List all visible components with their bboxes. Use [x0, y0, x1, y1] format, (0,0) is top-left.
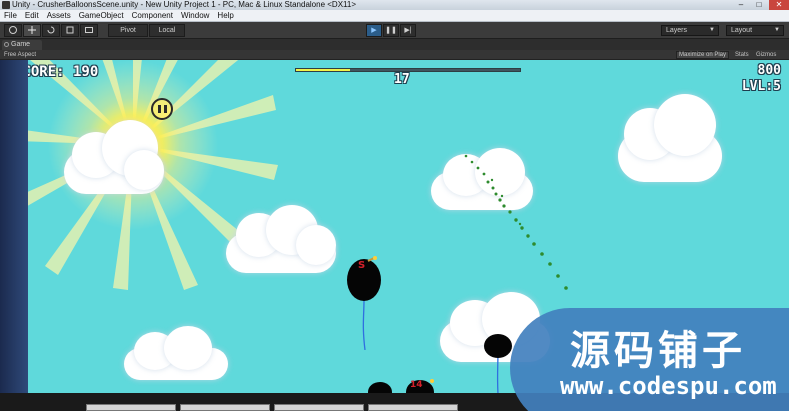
aspect-dropdown[interactable]: Free Aspect [4, 50, 36, 60]
layers-label: Layers [666, 27, 688, 34]
pause-button[interactable] [151, 98, 173, 120]
menu-component[interactable]: Component [128, 10, 177, 22]
rotate-icon [47, 26, 55, 34]
chevron-down-icon: ▼ [709, 27, 715, 33]
move-tool-button[interactable] [23, 24, 41, 37]
taskbar-item[interactable] [86, 404, 176, 411]
taskbar-item[interactable] [180, 404, 270, 411]
menu-edit[interactable]: Edit [21, 10, 43, 22]
watermark-badge: 源码铺子 www.codespu.com [510, 308, 789, 411]
high-score-text: 800 [757, 63, 781, 78]
scale-tool-button[interactable] [61, 24, 79, 37]
hand-icon [9, 26, 17, 34]
watermark-text: 源码铺子 [570, 328, 746, 374]
cloud [226, 205, 336, 273]
unity-window: Unity - CrusherBalloonsScene.unity - New… [0, 0, 789, 411]
timer-text: 17 [394, 72, 410, 87]
menu-file[interactable]: File [0, 10, 21, 22]
taskbar-item[interactable] [274, 404, 364, 411]
watermark-url: www.codespu.com [560, 372, 777, 400]
rect-tool-button[interactable] [80, 24, 98, 37]
hand-tool-button[interactable] [4, 24, 22, 37]
scene-left-edge [0, 60, 28, 411]
scale-icon [66, 26, 74, 34]
pause-icon: ❚❚ [385, 27, 397, 34]
menu-help[interactable]: Help [213, 10, 237, 22]
cloud [618, 94, 722, 182]
balloon-label: S [358, 260, 366, 271]
balloon-bomb[interactable] [482, 310, 514, 393]
toolbar: Pivot Local ▶ ❚❚ ▶| Layers ▼ Layout ▼ [0, 22, 789, 39]
pivot-label: Pivot [120, 27, 136, 34]
chevron-down-icon: ▼ [774, 27, 780, 33]
pivot-toggle[interactable]: Pivot [108, 24, 148, 37]
particle-trail [464, 154, 568, 290]
tab-game-label: Game [11, 41, 31, 48]
menu-window[interactable]: Window [177, 10, 213, 22]
progress-fill [296, 69, 350, 71]
menu-assets[interactable]: Assets [43, 10, 75, 22]
balloon-label: 14 [410, 380, 423, 390]
title-bar: Unity - CrusherBalloonsScene.unity - New… [0, 0, 789, 10]
local-toggle[interactable]: Local [149, 24, 185, 37]
gizmos-dropdown[interactable]: Gizmos [756, 50, 776, 60]
step-button[interactable]: ▶| [400, 24, 416, 37]
maximize-on-play-toggle[interactable]: Maximize on Play [676, 51, 730, 59]
balloon-bomb[interactable] [366, 378, 446, 393]
cloud [64, 120, 164, 195]
layers-dropdown[interactable]: Layers ▼ [661, 25, 719, 36]
menu-bar: File Edit Assets GameObject Component Window H… [0, 10, 789, 22]
close-button[interactable]: ✕ [769, 0, 789, 10]
game-viewport[interactable]: S 14 SCORE: 190 17 800 LVL:5 [0, 60, 789, 411]
unity-logo-icon [2, 1, 10, 9]
layout-label: Layout [731, 27, 753, 34]
move-icon [28, 26, 36, 34]
tab-game[interactable]: Game [2, 40, 42, 50]
layout-dropdown[interactable]: Layout ▼ [726, 25, 784, 36]
game-tab-icon [4, 42, 9, 47]
score-text: SCORE: 190 [28, 64, 99, 80]
cloud [124, 326, 228, 380]
menu-gameobject[interactable]: GameObject [75, 10, 128, 22]
pause-editor-button[interactable]: ❚❚ [383, 24, 399, 37]
tab-bar: Game [0, 39, 789, 50]
rotate-tool-button[interactable] [42, 24, 60, 37]
rect-icon [85, 27, 93, 33]
maximize-button[interactable]: □ [751, 0, 767, 10]
minimize-button[interactable]: – [733, 0, 749, 10]
level-text: LVL:5 [741, 79, 781, 94]
play-button[interactable]: ▶ [366, 24, 382, 37]
local-label: Local [158, 27, 176, 34]
taskbar-item[interactable] [368, 404, 458, 411]
window-title: Unity - CrusherBalloonsScene.unity - New… [12, 0, 357, 9]
stats-toggle[interactable]: Stats [735, 50, 749, 60]
step-icon: ▶| [404, 27, 412, 34]
play-icon: ▶ [371, 27, 377, 34]
game-view-toolbar: Free Aspect Maximize on Play Stats Gizmo… [0, 50, 789, 60]
